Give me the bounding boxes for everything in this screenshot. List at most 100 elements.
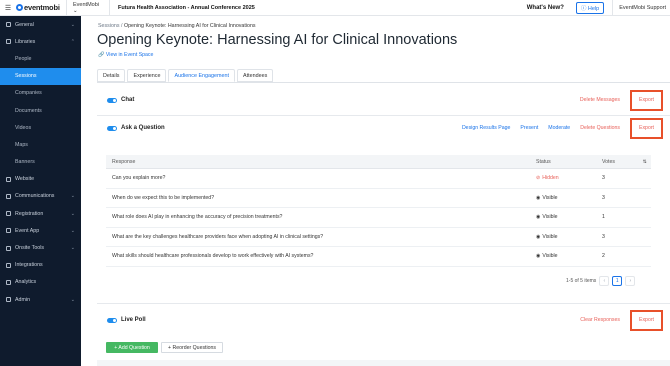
table-row[interactable]: When do we expect this to be implemented… bbox=[106, 189, 651, 208]
status-cell[interactable]: ⊘ Hidden bbox=[529, 175, 595, 181]
eye-icon: ◉ bbox=[536, 194, 541, 201]
sidebar-item-videos[interactable]: Videos bbox=[0, 119, 81, 136]
column-header-status[interactable]: Status bbox=[529, 159, 595, 165]
sidebar-item-general[interactable]: General ⌄ bbox=[0, 16, 81, 33]
tab-experience[interactable]: Experience bbox=[127, 69, 167, 82]
sidebar-item-communications[interactable]: Communications ⌄ bbox=[0, 188, 81, 205]
sidebar-item-event-app[interactable]: Event App ⌄ bbox=[0, 222, 81, 239]
chat-export-button[interactable]: Export bbox=[630, 89, 663, 111]
eye-icon: ◉ bbox=[536, 214, 541, 221]
tab-audience-engagement[interactable]: Audience Engagement bbox=[168, 69, 236, 82]
table-row[interactable]: What are the key challenges healthcare p… bbox=[106, 228, 651, 247]
chevron-down-icon: ⌄ bbox=[70, 245, 75, 252]
breadcrumb: Sessions / Opening Keynote: Harnessing A… bbox=[98, 23, 256, 29]
status-label: Visible bbox=[542, 253, 558, 260]
tab-details[interactable]: Details bbox=[97, 69, 126, 82]
present-button[interactable]: Present bbox=[520, 125, 538, 131]
admin-icon bbox=[6, 297, 11, 303]
sidebar-item-sessions[interactable]: Sessions bbox=[0, 67, 81, 85]
org-switcher[interactable]: EventMobi ⌄ bbox=[67, 2, 109, 14]
prev-page-button[interactable]: ‹ bbox=[599, 276, 610, 286]
sidebar-item-admin[interactable]: Admin ⌄ bbox=[0, 291, 81, 308]
clear-responses-button[interactable]: Clear Responses bbox=[580, 317, 620, 323]
sidebar-item-integrations[interactable]: Integrations bbox=[0, 257, 81, 274]
sidebar-item-analytics[interactable]: Analytics bbox=[0, 274, 81, 291]
delete-questions-button[interactable]: Delete Questions bbox=[580, 125, 620, 131]
sidebar-item-website[interactable]: Website bbox=[0, 171, 81, 188]
event-name: Futura Health Association - Annual Confe… bbox=[118, 4, 255, 11]
breadcrumb-separator: / bbox=[120, 23, 123, 29]
chat-toggle[interactable] bbox=[107, 97, 117, 103]
page-1-button[interactable]: 1 bbox=[612, 276, 623, 286]
sidebar-item-label: Analytics bbox=[15, 279, 37, 286]
session-tabs: Details Experience Audience Engagement A… bbox=[97, 69, 275, 82]
support-menu[interactable]: EventMobi Support bbox=[612, 0, 670, 16]
whats-new-link[interactable]: What's New? bbox=[515, 5, 576, 11]
delete-messages-button[interactable]: Delete Messages bbox=[580, 97, 620, 103]
column-header-votes[interactable]: Votes ⇅ bbox=[595, 159, 651, 165]
live-poll-section: Live Poll Clear Responses Export bbox=[97, 309, 670, 331]
app-icon bbox=[6, 228, 11, 234]
chat-label: Chat bbox=[121, 97, 135, 103]
table-row[interactable]: What role does AI play in enhancing the … bbox=[106, 208, 651, 228]
sidebar-item-companies[interactable]: Companies bbox=[0, 85, 81, 102]
column-header-response[interactable]: Response bbox=[106, 159, 529, 165]
sidebar-item-label: Communications bbox=[15, 193, 55, 200]
hamburger-menu-icon[interactable]: ☰ bbox=[0, 4, 16, 12]
status-cell[interactable]: ◉ Visible bbox=[529, 195, 595, 201]
status-cell[interactable]: ◉ Visible bbox=[529, 253, 595, 259]
eventmobi-logo[interactable]: eventmobi bbox=[16, 3, 66, 12]
tools-icon bbox=[6, 245, 11, 251]
sidebar-item-registration[interactable]: Registration ⌄ bbox=[0, 205, 81, 222]
event-switcher[interactable]: Futura Health Association - Annual Confe… bbox=[110, 5, 263, 11]
page-title: Opening Keynote: Harnessing AI for Clini… bbox=[97, 32, 458, 48]
status-cell[interactable]: ◉ Visible bbox=[529, 214, 595, 220]
votes-cell: 2 bbox=[602, 253, 605, 260]
help-button[interactable]: ⓘ Help bbox=[575, 1, 605, 14]
status-label: Visible bbox=[542, 214, 558, 221]
sidebar-item-label: Integrations bbox=[15, 262, 43, 269]
status-label: Visible bbox=[542, 194, 558, 201]
chat-icon bbox=[6, 193, 11, 199]
next-page-button[interactable]: › bbox=[625, 276, 636, 286]
plus-icon: + bbox=[167, 344, 172, 351]
sidebar-item-people[interactable]: People bbox=[0, 50, 81, 67]
top-bar: ☰ eventmobi EventMobi ⌄ Futura Health As… bbox=[0, 0, 670, 16]
view-in-event-space-link[interactable]: 🔗 View in Event Space bbox=[98, 52, 153, 58]
moderate-button[interactable]: Moderate bbox=[548, 125, 570, 131]
status-cell[interactable]: ◉ Visible bbox=[529, 234, 595, 240]
registration-icon bbox=[6, 211, 11, 217]
sidebar-item-onsite-tools[interactable]: Onsite Tools ⌄ bbox=[0, 239, 81, 256]
add-question-button[interactable]: + Add Question bbox=[106, 342, 158, 353]
votes-cell: 3 bbox=[602, 233, 605, 240]
sidebar-item-maps[interactable]: Maps bbox=[0, 136, 81, 153]
sidebar-item-label: Maps bbox=[15, 141, 28, 148]
tab-attendees[interactable]: Attendees bbox=[237, 69, 274, 82]
sidebar-item-libraries[interactable]: Libraries ⌃ bbox=[0, 33, 81, 50]
reorder-questions-button[interactable]: + Reorder Questions bbox=[161, 342, 223, 353]
questions-export-button[interactable]: Export bbox=[630, 117, 663, 139]
live-poll-toggle[interactable] bbox=[107, 317, 117, 323]
sort-icon[interactable]: ⇅ bbox=[643, 159, 647, 165]
response-cell: Can you explain more? bbox=[112, 175, 166, 182]
questions-table: Response Status Votes ⇅ Can you explain m… bbox=[106, 155, 651, 267]
sidebar-item-documents[interactable]: Documents bbox=[0, 102, 81, 119]
sidebar-item-banners[interactable]: Banners bbox=[0, 154, 81, 171]
ask-a-question-toggle[interactable] bbox=[107, 125, 117, 131]
table-row[interactable]: Can you explain more? ⊘ Hidden 3 bbox=[106, 169, 651, 189]
response-cell: What skills should healthcare profession… bbox=[112, 253, 314, 260]
votes-cell: 3 bbox=[602, 175, 605, 182]
sidebar-item-label: People bbox=[15, 55, 32, 62]
eye-icon: ◉ bbox=[536, 233, 541, 240]
eye-icon: ◉ bbox=[536, 253, 541, 260]
table-row[interactable]: What skills should healthcare profession… bbox=[106, 247, 651, 267]
live-poll-label: Live Poll bbox=[121, 317, 146, 323]
chat-section: Chat Delete Messages Export bbox=[97, 89, 670, 111]
reorder-label: Reorder Questions bbox=[172, 344, 217, 351]
sidebar-item-label: Libraries bbox=[15, 38, 36, 45]
breadcrumb-current: Opening Keynote: Harnessing AI for Clini… bbox=[123, 23, 256, 29]
analytics-icon bbox=[6, 279, 11, 285]
design-results-page-button[interactable]: Design Results Page bbox=[462, 125, 510, 131]
poll-export-button[interactable]: Export bbox=[630, 309, 663, 331]
breadcrumb-sessions-link[interactable]: Sessions bbox=[98, 23, 120, 29]
